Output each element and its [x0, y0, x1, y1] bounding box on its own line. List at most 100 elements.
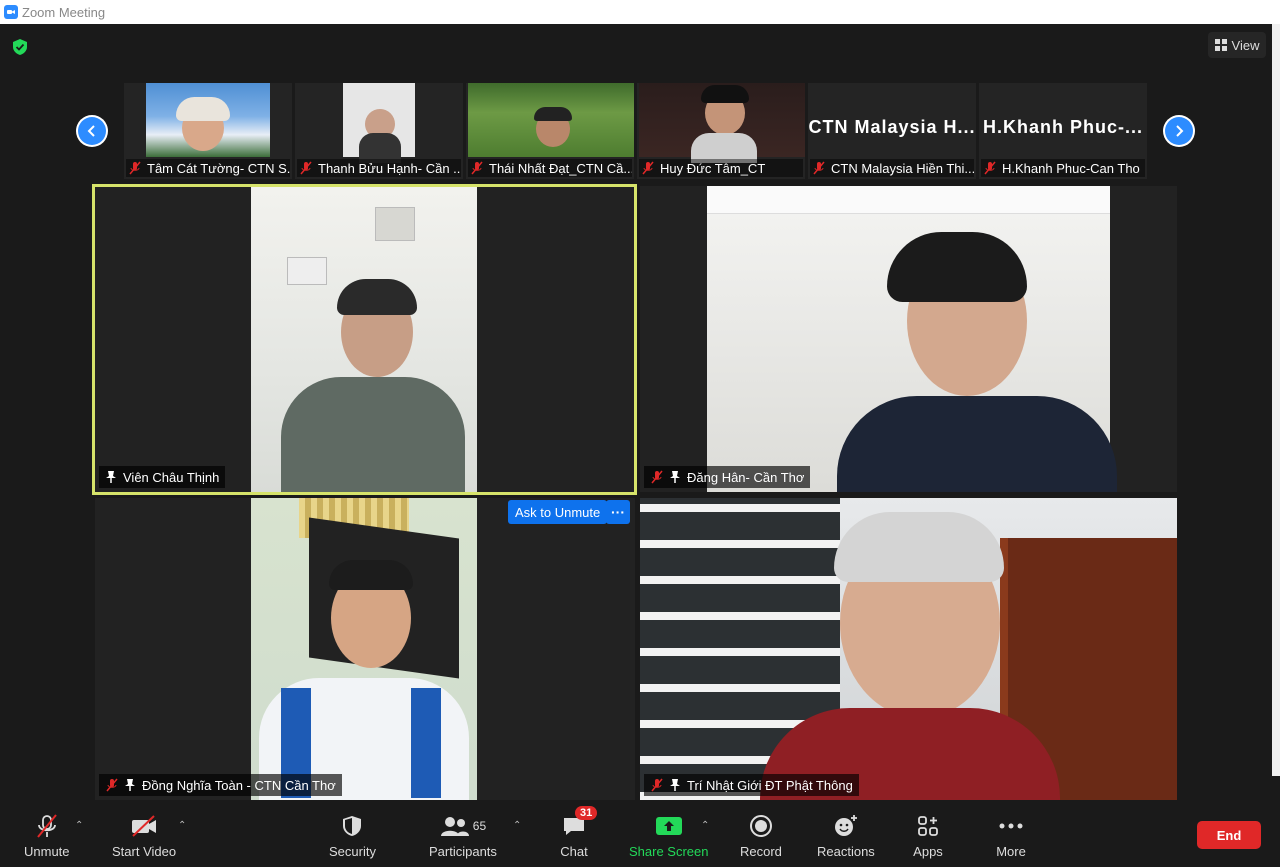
- chat-button[interactable]: 31 Chat: [559, 806, 598, 859]
- mic-muted-icon: [642, 161, 654, 175]
- video-feed: [343, 83, 415, 163]
- participant-name: Tâm Cát Tường- CTN S...: [147, 160, 290, 176]
- participant-name: Huy Đức Tâm_CT: [660, 160, 766, 176]
- chat-label: Chat: [560, 844, 588, 859]
- thumb-label: Huy Đức Tâm_CT: [639, 159, 803, 177]
- tile-label: Đồng Nghĩa Toàn - CTN Cần Thơ: [99, 774, 342, 796]
- share-screen-label: Share Screen: [629, 844, 709, 859]
- participants-caret-icon[interactable]: ⌃: [513, 820, 521, 831]
- mic-muted-icon: [300, 161, 312, 175]
- participant-name: H.Khanh Phuc-Can Tho: [1002, 160, 1140, 176]
- tile-label: Viên Châu Thịnh: [99, 466, 226, 488]
- ask-to-unmute-button[interactable]: Ask to Unmute: [508, 500, 608, 524]
- thumb-label: Thanh Bửu Hạnh- Cần ...: [297, 159, 461, 177]
- mic-off-icon: [36, 814, 57, 838]
- thumb-participant[interactable]: CTN Malaysia H... CTN Malaysia Hiền Thi.…: [808, 83, 976, 179]
- share-screen-icon: [655, 817, 682, 835]
- participant-display-name: CTN Malaysia H...: [808, 117, 976, 137]
- share-options-caret-icon[interactable]: ⌃: [701, 820, 709, 831]
- participants-count: 65: [472, 819, 487, 833]
- participant-name: Trí Nhật Giới ĐT Phật Thông: [687, 777, 853, 793]
- participants-icon: [440, 817, 469, 836]
- record-button[interactable]: Record: [740, 812, 782, 859]
- strip-next-button[interactable]: [1163, 115, 1195, 147]
- share-screen-button[interactable]: Share Screen: [629, 812, 709, 859]
- security-label: Security: [329, 844, 376, 859]
- record-icon: [749, 815, 772, 837]
- pin-icon: [125, 779, 135, 791]
- thumb-participant[interactable]: Thái Nhất Đạt_CTN Cầ...: [466, 83, 634, 179]
- video-feed: [640, 498, 1177, 800]
- mic-muted-icon: [106, 778, 118, 792]
- video-feed: [468, 83, 634, 157]
- more-label: More: [996, 844, 1026, 859]
- apps-label: Apps: [913, 844, 943, 859]
- view-button[interactable]: View: [1208, 32, 1266, 58]
- reactions-icon: [834, 815, 857, 836]
- video-feed: [639, 83, 805, 163]
- view-label: View: [1231, 37, 1260, 53]
- video-feed: [707, 186, 1117, 492]
- apps-icon: [918, 816, 938, 836]
- thumb-label: Tâm Cát Tường- CTN S...: [126, 159, 290, 177]
- thumb-label: CTN Malaysia Hiền Thi...: [810, 159, 974, 177]
- mic-muted-icon: [984, 161, 996, 175]
- apps-button[interactable]: Apps: [913, 812, 943, 859]
- chevron-right-icon: [1176, 125, 1184, 137]
- tile-label: Trí Nhật Giới ĐT Phật Thông: [644, 774, 859, 796]
- mic-muted-icon: [471, 161, 483, 175]
- zoom-logo-icon: [4, 5, 18, 19]
- thumb-label: H.Khanh Phuc-Can Tho: [981, 159, 1145, 177]
- video-off-icon: [132, 815, 157, 837]
- video-feed: [146, 83, 270, 157]
- reactions-label: Reactions: [817, 844, 875, 859]
- unmute-button[interactable]: Unmute: [24, 812, 70, 859]
- pin-icon: [106, 471, 116, 483]
- end-meeting-button[interactable]: End: [1197, 821, 1261, 849]
- pin-icon: [670, 471, 680, 483]
- participant-name: Đăng Hân- Cần Thơ: [687, 469, 805, 485]
- tile-more-button[interactable]: ···: [606, 500, 630, 524]
- pin-icon: [670, 779, 680, 791]
- more-button[interactable]: More: [996, 812, 1026, 859]
- audio-options-caret-icon[interactable]: ⌃: [75, 820, 83, 831]
- participants-label: Participants: [429, 844, 497, 859]
- unmute-label: Unmute: [24, 844, 70, 859]
- mic-muted-icon: [813, 161, 825, 175]
- video-tile[interactable]: Đồng Nghĩa Toàn - CTN Cần Thơ: [95, 498, 635, 800]
- tile-label: Đăng Hân- Cần Thơ: [644, 466, 811, 488]
- title-bar: Zoom Meeting: [0, 0, 1280, 24]
- start-video-label: Start Video: [112, 844, 177, 859]
- record-label: Record: [740, 844, 782, 859]
- thumb-participant[interactable]: Thanh Bửu Hạnh- Cần ...: [295, 83, 463, 179]
- thumb-participant[interactable]: H.Khanh Phuc-... H.Khanh Phuc-Can Tho: [979, 83, 1147, 179]
- shield-icon: [343, 816, 362, 836]
- thumb-participant[interactable]: Huy Đức Tâm_CT: [637, 83, 805, 179]
- thumb-participant[interactable]: Tâm Cát Tường- CTN S...: [124, 83, 292, 179]
- reactions-button[interactable]: Reactions: [817, 812, 875, 859]
- window-title: Zoom Meeting: [22, 4, 106, 20]
- participant-display-name: H.Khanh Phuc-...: [983, 117, 1143, 137]
- video-options-caret-icon[interactable]: ⌃: [178, 820, 186, 831]
- mic-muted-icon: [651, 470, 663, 484]
- meeting-toolbar: Unmute ⌃ Start Video ⌃ Security 65 Parti…: [0, 800, 1280, 867]
- video-tile[interactable]: Đăng Hân- Cần Thơ: [640, 186, 1177, 492]
- participant-name: CTN Malaysia Hiền Thi...: [831, 160, 974, 176]
- video-feed: [251, 187, 477, 492]
- video-tile[interactable]: Trí Nhật Giới ĐT Phật Thông: [640, 498, 1177, 800]
- participants-button[interactable]: 65 Participants: [429, 812, 497, 859]
- start-video-button[interactable]: Start Video: [112, 812, 176, 859]
- shield-icon[interactable]: [12, 38, 28, 56]
- window-scrollbar[interactable]: [1272, 24, 1280, 776]
- more-icon: [999, 823, 1023, 829]
- video-tile-active-speaker[interactable]: Viên Châu Thịnh: [92, 184, 637, 495]
- thumb-label: Thái Nhất Đạt_CTN Cầ...: [468, 159, 632, 177]
- participant-name: Đồng Nghĩa Toàn - CTN Cần Thơ: [142, 777, 336, 793]
- participant-name: Thanh Bửu Hạnh- Cần ...: [318, 160, 461, 176]
- mic-muted-icon: [651, 778, 663, 792]
- chat-badge: 31: [575, 806, 598, 820]
- participant-name: Thái Nhất Đạt_CTN Cầ...: [489, 160, 632, 176]
- strip-prev-button[interactable]: [76, 115, 108, 147]
- security-button[interactable]: Security: [329, 812, 376, 859]
- chevron-left-icon: [87, 125, 95, 137]
